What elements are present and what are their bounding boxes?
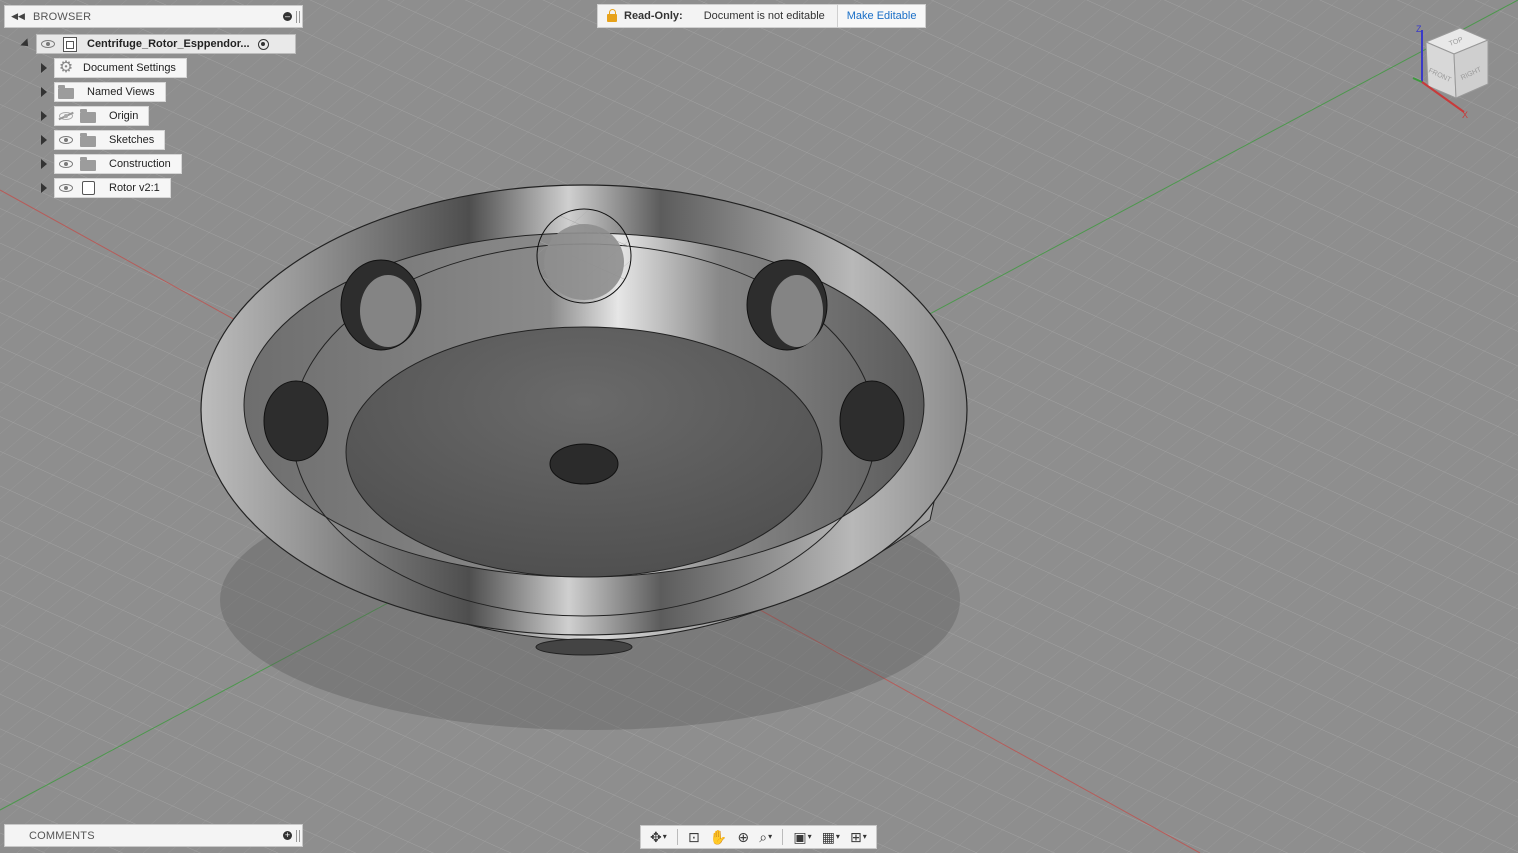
body-icon — [77, 179, 99, 197]
add-comment-icon[interactable]: + — [283, 831, 292, 840]
folder-icon — [55, 83, 77, 101]
read-only-message-segment: Document is not editable — [692, 5, 837, 27]
read-only-message: Document is not editable — [703, 10, 825, 22]
zoom-icon[interactable]: ⊕ — [737, 830, 749, 844]
item-label: Construction — [109, 158, 171, 170]
browser-root-node[interactable]: Centrifuge_Rotor_Esppendor... — [36, 34, 296, 54]
folder-icon — [77, 131, 99, 149]
construction-node[interactable]: Construction — [54, 154, 182, 174]
comments-title: COMMENTS — [29, 829, 95, 842]
make-editable-button[interactable]: Make Editable — [836, 5, 926, 27]
eye-hidden-icon[interactable] — [55, 107, 77, 125]
orbit-icon[interactable]: ✥ ▾ — [650, 830, 667, 844]
panel-grip-icon[interactable] — [296, 830, 300, 842]
grid-settings-icon[interactable]: ▦ ▾ — [822, 830, 840, 844]
folder-icon — [77, 107, 99, 125]
collapse-panel-icon[interactable]: ◀◀ — [9, 11, 27, 22]
read-only-banner: Read-Only: Document is not editable Make… — [597, 4, 927, 28]
item-label: Document Settings — [83, 62, 176, 74]
eye-icon[interactable] — [37, 35, 59, 53]
3d-viewport[interactable] — [0, 0, 1518, 853]
browser-item-document-settings[interactable]: ⚙ Document Settings — [38, 58, 187, 78]
display-settings-icon[interactable]: ▣ ▾ — [793, 830, 811, 844]
minimize-icon[interactable]: – — [283, 12, 292, 21]
document-settings-node[interactable]: ⚙ Document Settings — [54, 58, 187, 78]
item-label: Sketches — [109, 134, 155, 146]
viewports-icon[interactable]: ⊞ ▾ — [850, 830, 867, 844]
gear-icon: ⚙ — [58, 59, 74, 76]
look-at-icon[interactable]: ⊡ — [688, 830, 700, 844]
expand-icon[interactable] — [38, 82, 50, 102]
expand-icon[interactable] — [38, 106, 50, 126]
collapse-root-icon[interactable] — [20, 34, 32, 54]
fit-icon[interactable]: ⌕ ▾ — [759, 830, 772, 844]
eye-icon[interactable] — [55, 155, 77, 173]
panel-grip-icon[interactable] — [296, 11, 300, 23]
item-label: Origin — [109, 110, 139, 122]
expand-icon[interactable] — [38, 154, 50, 174]
browser-item-named-views[interactable]: Named Views — [38, 82, 166, 102]
origin-node[interactable]: Origin — [54, 106, 150, 126]
expand-icon[interactable] — [38, 130, 50, 150]
browser-item-sketches[interactable]: Sketches — [38, 130, 166, 150]
axis-z-label: Z — [1416, 24, 1422, 34]
activate-target-icon[interactable] — [257, 38, 269, 50]
toolbar-separator — [676, 829, 678, 845]
eye-icon[interactable] — [55, 179, 77, 197]
toolbar-separator — [782, 829, 784, 845]
root-document-name: Centrifuge_Rotor_Esppendor... — [87, 38, 250, 50]
rotor-body-node[interactable]: Rotor v2:1 — [54, 178, 171, 198]
document-icon — [59, 35, 81, 53]
read-only-title: Read-Only: — [624, 10, 683, 22]
item-label: Named Views — [87, 86, 155, 98]
expand-icon[interactable] — [38, 178, 50, 198]
view-cube[interactable]: TOP FRONT RIGHT Z X — [1408, 20, 1500, 120]
sketches-node[interactable]: Sketches — [54, 130, 166, 150]
read-only-segment: Read-Only: — [598, 5, 692, 27]
browser-item-construction[interactable]: Construction — [38, 154, 182, 174]
item-label: Rotor v2:1 — [109, 182, 160, 194]
lock-icon — [607, 9, 617, 22]
expand-icon[interactable] — [38, 58, 50, 78]
browser-panel-header[interactable]: ◀◀ BROWSER – — [4, 5, 303, 28]
navigation-toolbar: ✥ ▾ ⊡ ✋ ⊕ ⌕ ▾ ▣ ▾ ▦ ▾ ⊞ ▾ — [640, 825, 877, 849]
make-editable-label: Make Editable — [846, 10, 917, 22]
browser-title: BROWSER — [33, 10, 92, 23]
comments-panel-header[interactable]: COMMENTS + — [4, 824, 303, 847]
pan-icon[interactable]: ✋ — [710, 830, 727, 844]
named-views-node[interactable]: Named Views — [54, 82, 166, 102]
axis-x-label: X — [1462, 110, 1468, 120]
browser-item-origin[interactable]: Origin — [38, 106, 150, 126]
browser-root-row[interactable]: Centrifuge_Rotor_Esppendor... — [20, 34, 296, 54]
folder-icon — [77, 155, 99, 173]
eye-icon[interactable] — [55, 131, 77, 149]
browser-item-rotor[interactable]: Rotor v2:1 — [38, 178, 171, 198]
